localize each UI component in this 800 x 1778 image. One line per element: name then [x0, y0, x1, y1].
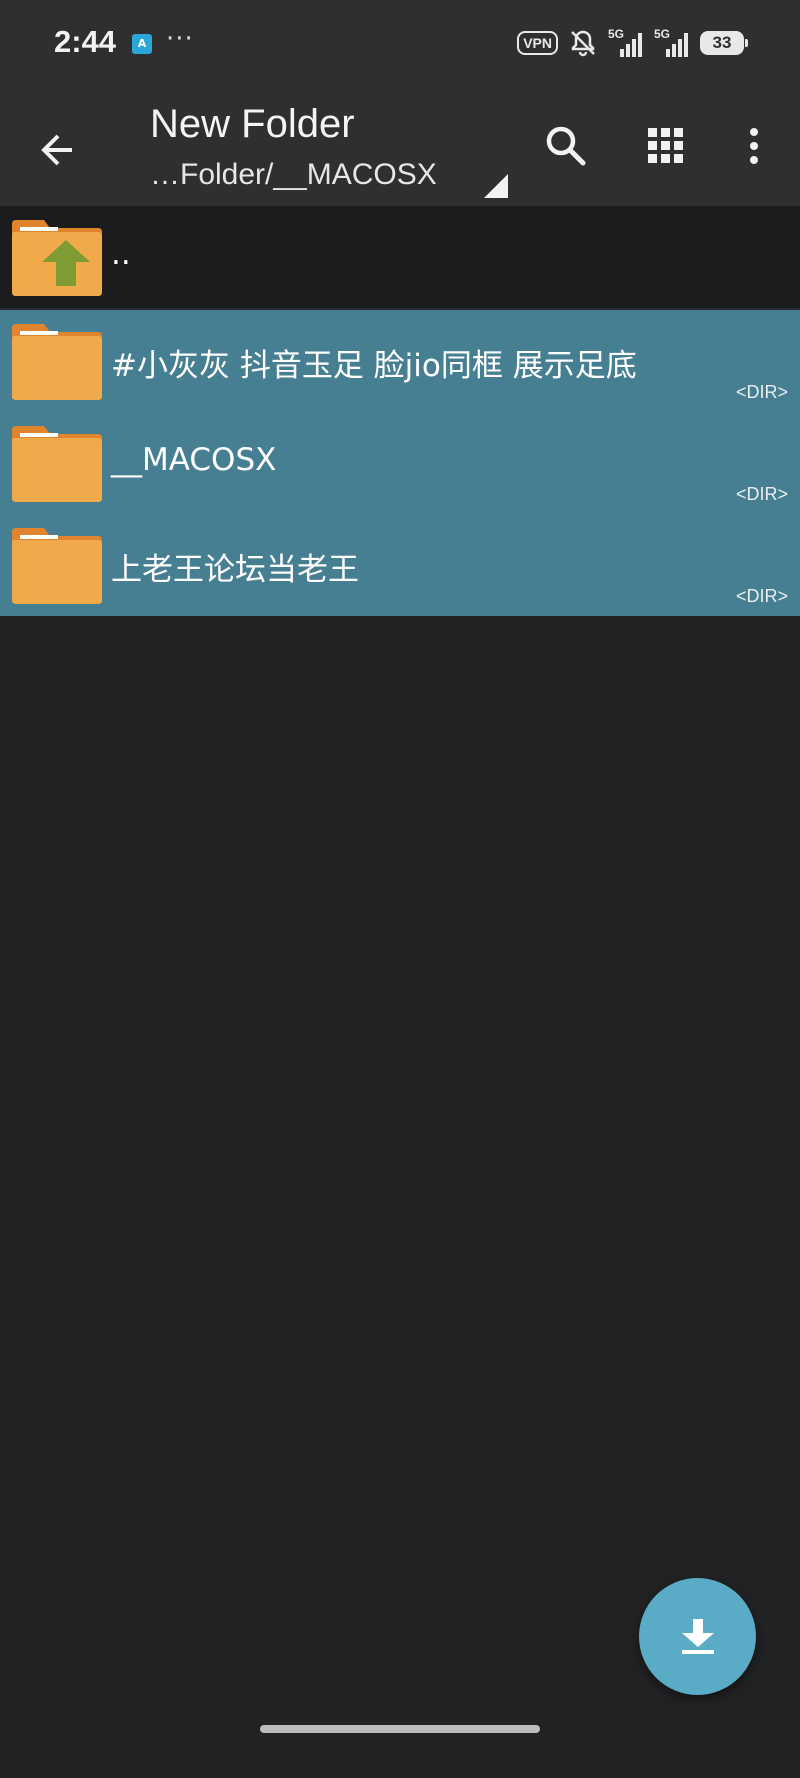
- grid-view-icon: [648, 128, 683, 163]
- signal-1-icon: 5G: [608, 27, 644, 57]
- back-button[interactable]: [34, 126, 82, 174]
- status-indicators: VPN 5G 5G 33: [517, 26, 748, 60]
- signal-1-label: 5G: [608, 27, 625, 41]
- app-bar: New Folder …Folder/__MACOSX: [0, 90, 800, 206]
- vpn-badge: VPN: [517, 31, 558, 55]
- folder-up-icon: [12, 220, 102, 296]
- signal-2-icon: 5G: [654, 27, 690, 57]
- list-item[interactable]: __MACOSX <DIR>: [0, 412, 800, 514]
- folder-icon: [12, 528, 102, 604]
- signal-2-label: 5G: [654, 27, 671, 41]
- list-item[interactable]: #小灰灰 抖音玉足 脸jio同框 展示足底 <DIR>: [0, 310, 800, 412]
- more-options-button[interactable]: [728, 120, 780, 172]
- search-icon: [546, 126, 586, 166]
- dropdown-triangle-icon[interactable]: [484, 174, 508, 198]
- notification-app-icon: A: [132, 34, 152, 54]
- arrow-back-icon: [41, 134, 72, 166]
- parent-directory-row[interactable]: ..: [0, 206, 800, 308]
- item-type: <DIR>: [735, 382, 788, 402]
- more-vertical-icon: [750, 128, 758, 164]
- bell-off-icon: [571, 30, 595, 57]
- search-button[interactable]: [540, 120, 592, 172]
- folder-icon: [12, 324, 102, 400]
- grid-view-button[interactable]: [640, 120, 692, 172]
- item-name: __MACOSX: [111, 442, 277, 478]
- home-indicator[interactable]: [260, 1725, 540, 1733]
- item-name: #小灰灰 抖音玉足 脸jio同框 展示足底: [111, 348, 637, 384]
- battery-indicator: 33: [700, 31, 748, 55]
- file-list: .. #小灰灰 抖音玉足 脸jio同框 展示足底 <DIR> __MACOSX …: [0, 206, 800, 616]
- status-bar: 2:44 A ··· VPN 5G 5G 33: [0, 0, 800, 90]
- parent-directory-label: ..: [111, 236, 131, 272]
- path-breadcrumb[interactable]: …Folder/__MACOSX: [150, 158, 437, 192]
- item-name: 上老王论坛当老王: [111, 552, 359, 588]
- more-notifications-icon: ···: [166, 24, 194, 54]
- page-title: New Folder: [150, 102, 355, 146]
- item-type: <DIR>: [735, 586, 788, 606]
- list-item[interactable]: 上老王论坛当老王 <DIR>: [0, 514, 800, 616]
- download-button[interactable]: [639, 1578, 756, 1695]
- status-time: 2:44: [54, 24, 117, 59]
- download-icon: [682, 1619, 714, 1654]
- item-type: <DIR>: [735, 484, 788, 504]
- folder-icon: [12, 426, 102, 502]
